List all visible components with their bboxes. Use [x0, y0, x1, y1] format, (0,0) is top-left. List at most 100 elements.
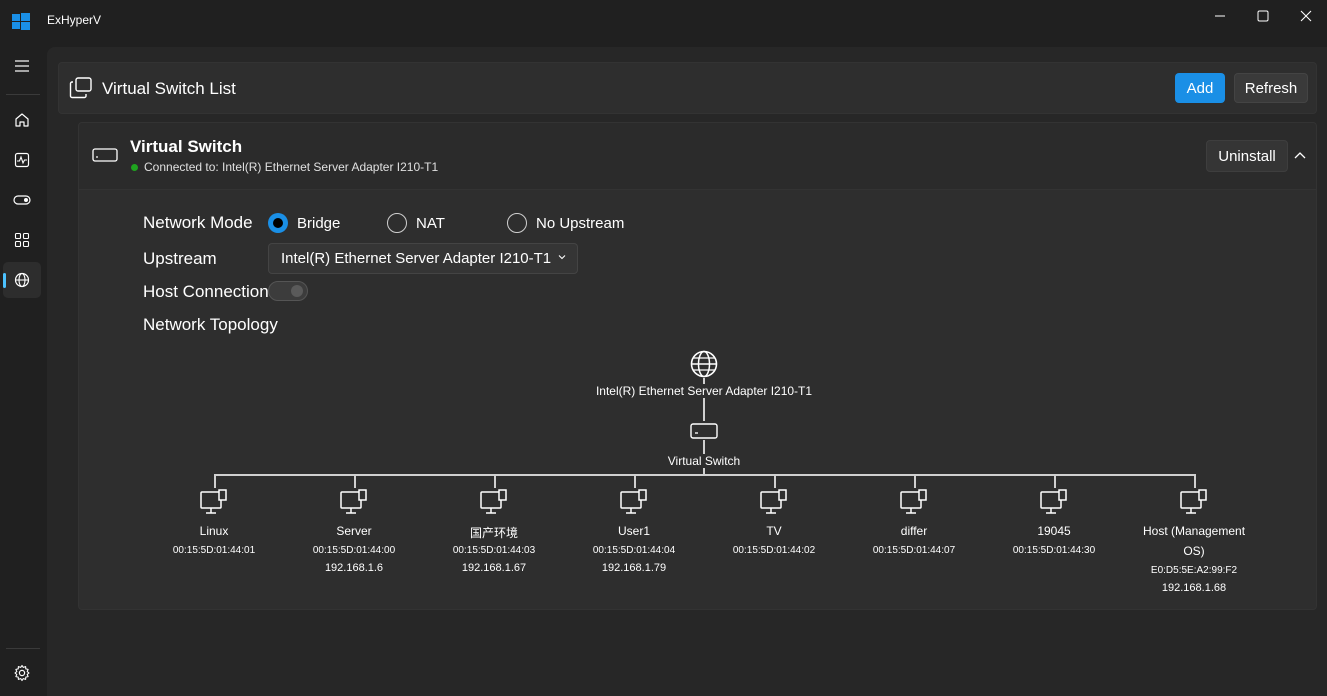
radio-unchecked-icon	[387, 213, 407, 233]
maximize-button[interactable]	[1240, 0, 1286, 32]
uninstall-button[interactable]: Uninstall	[1206, 140, 1288, 172]
upstream-adapter-label: Intel(R) Ethernet Server Adapter I210-T1	[593, 384, 815, 398]
vm-name: User1	[617, 524, 651, 538]
virtual-switch-label: Virtual Switch	[665, 454, 743, 468]
close-icon	[1300, 10, 1312, 22]
vm-ip: 192.168.1.6	[324, 562, 384, 574]
switch-name: Virtual Switch	[130, 137, 243, 156]
vm-mac: 00:15:5D:01:44:04	[592, 545, 676, 556]
sidebar-divider	[6, 94, 40, 95]
collapse-button[interactable]	[1290, 145, 1310, 165]
globe-icon	[14, 272, 30, 288]
host-connection-toggle[interactable]	[268, 281, 308, 301]
host-name-line2: OS)	[1183, 544, 1205, 558]
refresh-button[interactable]: Refresh	[1234, 73, 1308, 103]
computer-icon	[200, 489, 227, 514]
hamburger-menu-button[interactable]	[3, 48, 41, 84]
vm-mac: 00:15:5D:01:44:07	[872, 545, 956, 556]
topology-link	[634, 474, 636, 488]
radio-label: No Upstream	[536, 214, 625, 232]
radio-label: Bridge	[297, 214, 341, 232]
chevron-up-icon	[1294, 152, 1306, 159]
hamburger-icon	[15, 60, 29, 72]
radio-bridge[interactable]: Bridge	[268, 213, 340, 233]
page-header: Virtual Switch List Add Refresh	[58, 62, 1317, 114]
upstream-label: Upstream	[143, 249, 217, 268]
topology-link	[354, 474, 356, 488]
network-topology-diagram: Intel(R) Ethernet Server Adapter I210-T1…	[159, 340, 1319, 605]
network-topology-label: Network Topology	[143, 315, 278, 334]
network-switch-icon	[92, 148, 118, 162]
computer-icon	[1180, 489, 1207, 514]
chevron-down-icon	[558, 255, 566, 260]
radio-checked-icon	[268, 213, 288, 233]
topology-link	[494, 474, 496, 488]
close-button[interactable]	[1283, 0, 1327, 32]
globe-icon	[690, 350, 718, 378]
vm-mac: 00:15:5D:01:44:30	[1012, 545, 1096, 556]
windows-logo-icon	[12, 13, 30, 30]
toggle-knob	[291, 285, 303, 297]
computer-icon	[1040, 489, 1067, 514]
network-mode-label: Network Mode	[143, 213, 253, 232]
vm-name: Server	[336, 524, 372, 538]
topology-bus	[214, 474, 1195, 476]
topology-link	[1054, 474, 1056, 488]
sidebar-item-monitor[interactable]	[3, 142, 41, 178]
sidebar-item-home[interactable]	[3, 102, 41, 138]
radio-label: NAT	[416, 214, 445, 232]
vm-name: differ	[900, 524, 928, 538]
vm-name: TV	[766, 524, 782, 538]
switch-expander-header[interactable]: Virtual Switch Connected to: Intel(R) Et…	[78, 122, 1317, 190]
upstream-selected-value: Intel(R) Ethernet Server Adapter I210-T1	[281, 250, 552, 267]
sidebar	[0, 46, 46, 696]
vm-name: 19045	[1037, 524, 1071, 538]
radio-no-upstream[interactable]: No Upstream	[507, 213, 624, 233]
host-ip: 192.168.1.68	[1161, 582, 1227, 594]
switch-list-icon	[69, 77, 92, 99]
switch-status: Connected to: Intel(R) Ethernet Server A…	[144, 160, 439, 174]
topology-link	[914, 474, 916, 488]
status-indicator	[131, 164, 138, 171]
app-title: ExHyperV	[47, 13, 102, 27]
network-switch-icon	[690, 423, 718, 439]
computer-icon	[760, 489, 787, 514]
title-bar: ExHyperV	[0, 0, 1327, 46]
computer-icon	[340, 489, 367, 514]
sidebar-item-settings[interactable]	[3, 655, 41, 691]
vm-mac: 00:15:5D:01:44:00	[312, 545, 396, 556]
computer-icon	[620, 489, 647, 514]
host-mac: E0:D5:5E:A2:99:F2	[1150, 565, 1238, 576]
vm-mac: 00:15:5D:01:44:01	[172, 545, 256, 556]
vm-mac: 00:15:5D:01:44:03	[452, 545, 536, 556]
active-indicator	[3, 273, 6, 288]
home-icon	[15, 113, 29, 127]
sidebar-divider	[6, 648, 40, 649]
host-connection-label: Host Connection	[143, 282, 268, 301]
gear-icon	[14, 664, 30, 682]
minimize-button[interactable]	[1197, 0, 1243, 32]
sidebar-item-network[interactable]	[3, 262, 41, 298]
sidebar-item-toggles[interactable]	[3, 182, 41, 218]
vm-name: Linux	[199, 524, 229, 538]
topology-link	[1194, 474, 1196, 488]
topology-link	[214, 474, 216, 488]
pulse-chart-icon	[14, 152, 30, 168]
radio-unchecked-icon	[507, 213, 527, 233]
sidebar-item-apps[interactable]	[3, 222, 41, 258]
switch-expander-body: Network Mode Bridge NAT No Upstream Upst…	[78, 190, 1317, 610]
radio-nat[interactable]: NAT	[387, 213, 445, 233]
computer-icon	[480, 489, 507, 514]
computer-icon	[900, 489, 927, 514]
page-title: Virtual Switch List	[102, 79, 236, 98]
toggle-icon	[13, 195, 31, 205]
vm-mac: 00:15:5D:01:44:02	[732, 545, 816, 556]
upstream-dropdown[interactable]: Intel(R) Ethernet Server Adapter I210-T1	[268, 243, 578, 274]
vm-ip: 192.168.1.79	[601, 562, 667, 574]
maximize-icon	[1257, 10, 1269, 22]
host-name-line1: Host (Management	[1142, 524, 1246, 538]
topology-link	[774, 474, 776, 488]
vm-name: 国产环境	[469, 526, 519, 540]
minimize-icon	[1215, 15, 1225, 17]
add-button[interactable]: Add	[1175, 73, 1225, 103]
